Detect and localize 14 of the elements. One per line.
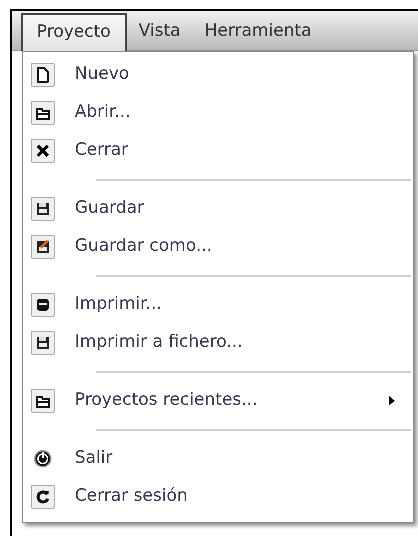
menu-item[interactable]: Imprimir...: [23, 286, 413, 324]
menu-item[interactable]: Cerrar: [23, 132, 413, 170]
menu-bar-item[interactable]: Proyecto: [21, 13, 127, 51]
menu-item[interactable]: Guardar: [23, 190, 413, 228]
menu-bar-item[interactable]: Vista: [126, 14, 193, 50]
menu-item[interactable]: Proyectos recientes...: [23, 382, 413, 420]
menu-bar-item[interactable]: Herramienta: [192, 14, 324, 50]
menu-item[interactable]: Salir: [23, 440, 413, 478]
menu-item[interactable]: Abrir...: [23, 94, 413, 132]
menu-item[interactable]: Guardar como...: [23, 228, 413, 266]
power-icon: [33, 449, 53, 469]
menu-item[interactable]: Imprimir a fichero...: [23, 324, 413, 362]
menu-item[interactable]: Cerrar sesión: [23, 478, 413, 516]
menu-item[interactable]: Nuevo: [23, 56, 413, 94]
